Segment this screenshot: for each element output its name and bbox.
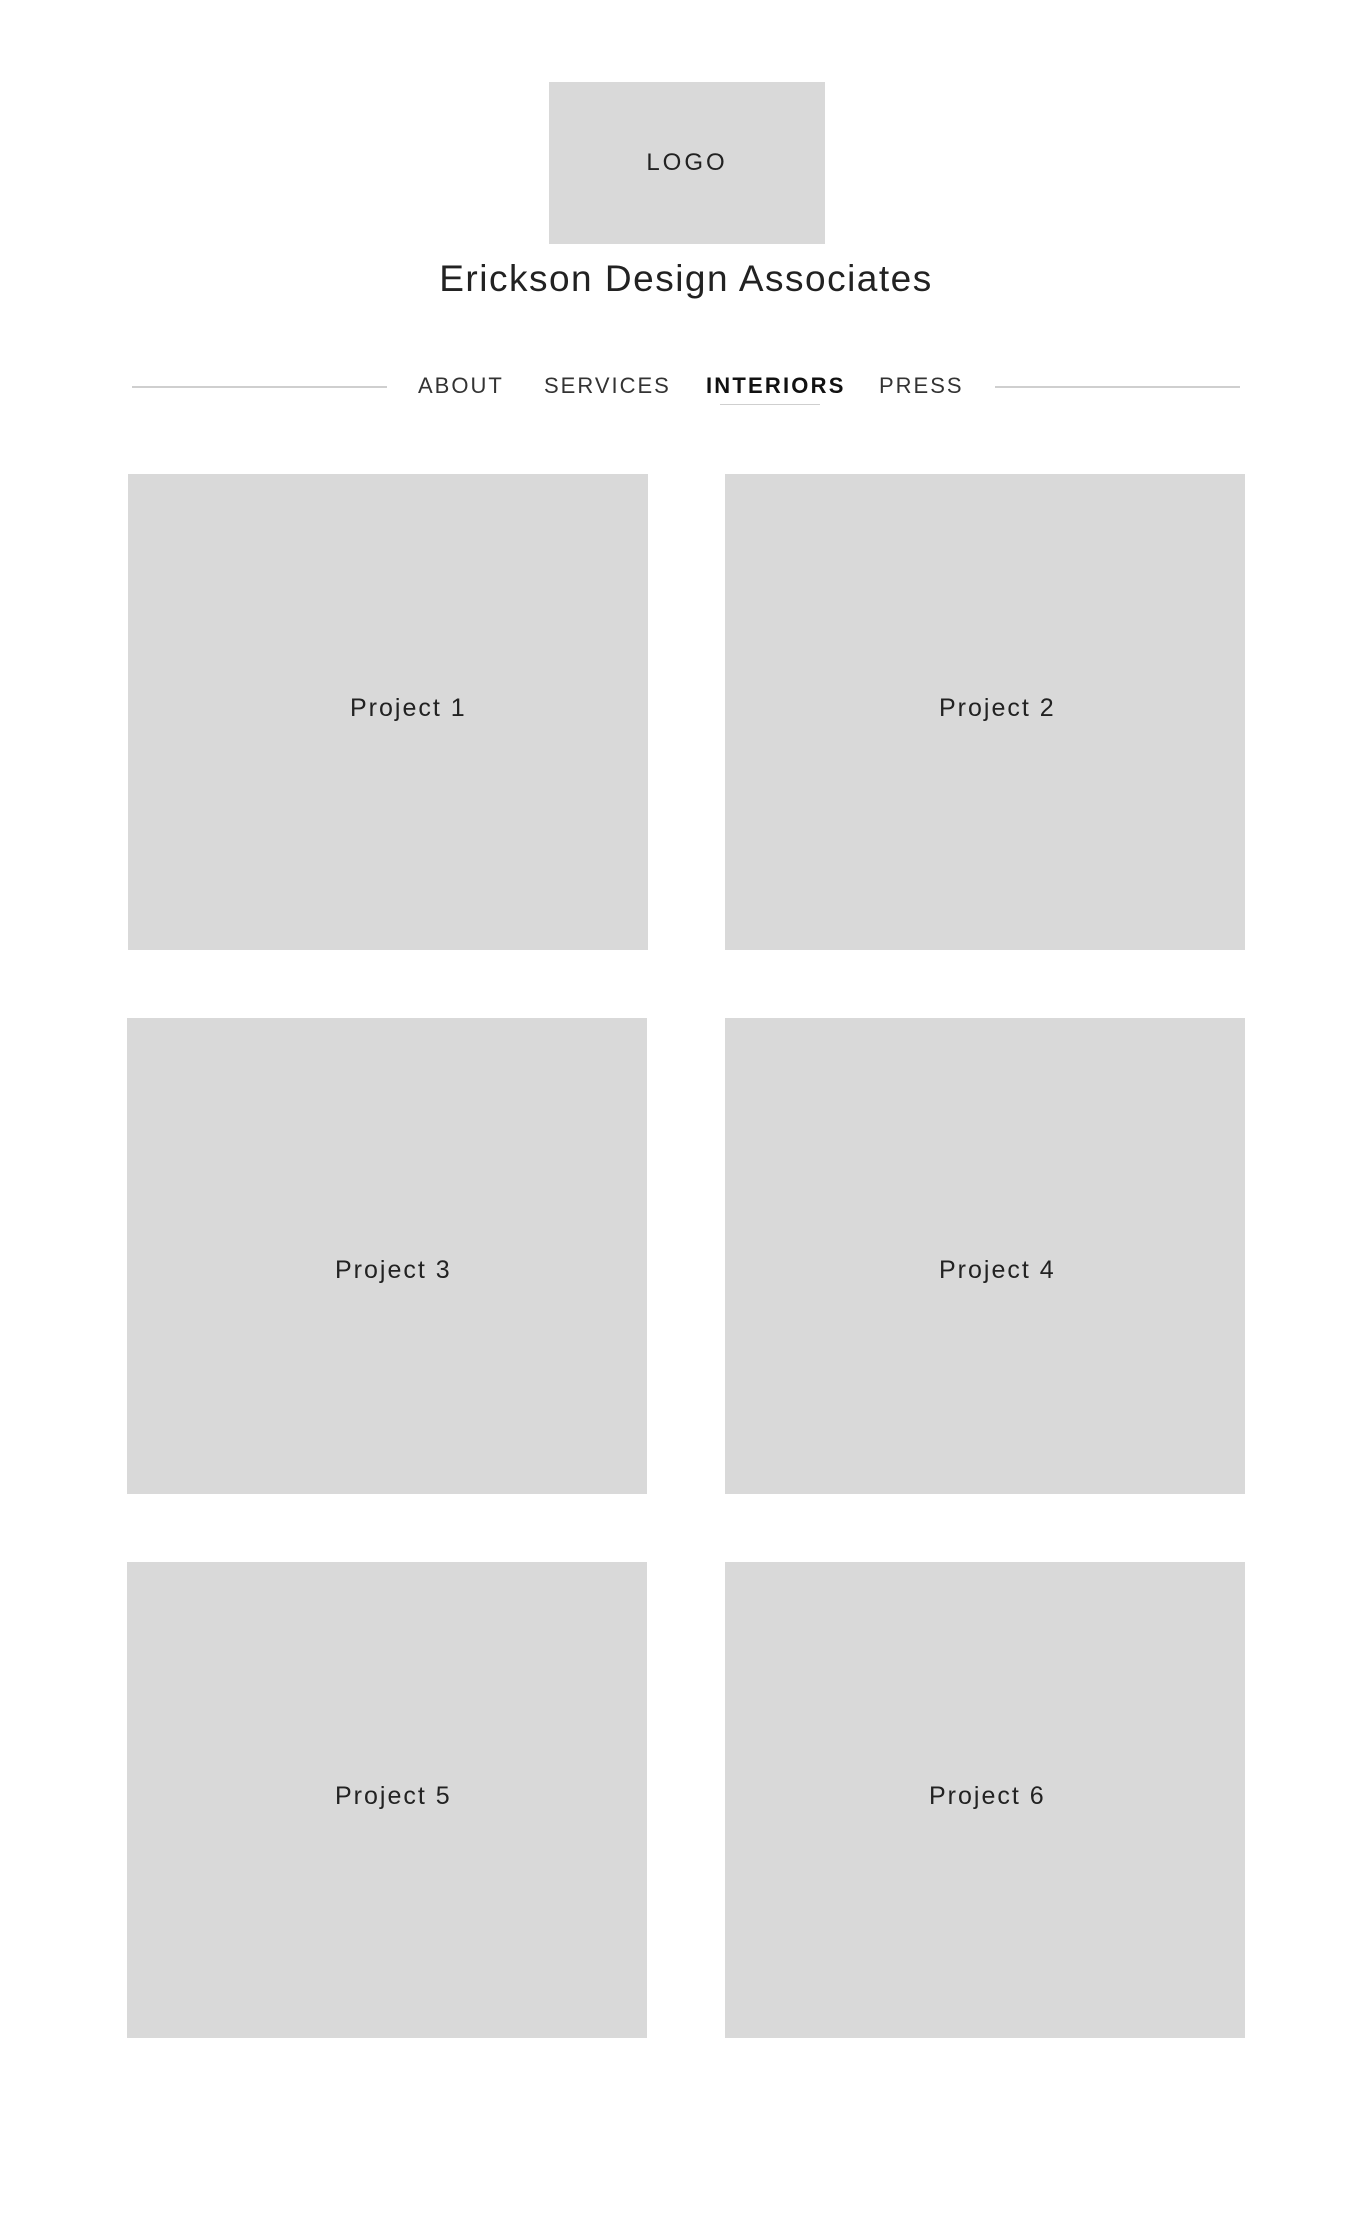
nav-item-press[interactable]: PRESS (879, 373, 964, 399)
project-card-2[interactable]: Project 2 (725, 474, 1245, 950)
logo-placeholder[interactable]: LOGO (549, 82, 825, 244)
project-label: Project 5 (335, 1782, 452, 1810)
nav-item-about[interactable]: ABOUT (418, 373, 504, 399)
project-card-3[interactable]: Project 3 (127, 1018, 647, 1494)
project-card-4[interactable]: Project 4 (725, 1018, 1245, 1494)
project-label: Project 3 (335, 1256, 452, 1284)
logo-text: LOGO (646, 149, 728, 176)
project-card-1[interactable]: Project 1 (128, 474, 648, 950)
project-label: Project 2 (939, 694, 1056, 722)
nav-item-services[interactable]: SERVICES (544, 373, 671, 399)
project-label: Project 6 (929, 1782, 1046, 1810)
nav-divider-right (995, 386, 1240, 388)
project-label: Project 4 (939, 1256, 1056, 1284)
project-label: Project 1 (350, 694, 467, 722)
project-card-6[interactable]: Project 6 (725, 1562, 1245, 2038)
site-title: Erickson Design Associates (439, 258, 933, 299)
project-card-5[interactable]: Project 5 (127, 1562, 647, 2038)
nav-item-interiors[interactable]: INTERIORS (706, 373, 846, 399)
nav-divider-left (132, 386, 387, 388)
nav-active-indicator (720, 404, 820, 405)
